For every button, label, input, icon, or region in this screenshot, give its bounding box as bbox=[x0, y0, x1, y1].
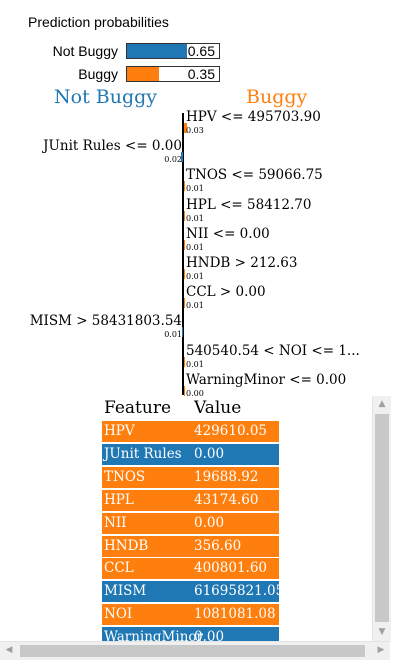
feature-condition-label: HPV <= 495703.90 bbox=[186, 109, 321, 125]
triangle-left-icon[interactable]: ◀ bbox=[0, 642, 18, 659]
table-cell-feature: WarningMinor bbox=[104, 629, 203, 641]
table-cell-feature: HPL bbox=[104, 491, 134, 508]
probability-fill bbox=[127, 67, 160, 81]
feature-table: Feature Value HPV 429610.05 JUnit Rules 0.0… bbox=[0, 396, 372, 641]
feature-condition-label: NII <= 0.00 bbox=[186, 225, 270, 242]
class-header-not-buggy: Not Buggy bbox=[54, 86, 157, 108]
chart-bar bbox=[184, 269, 185, 279]
probability-fill bbox=[127, 44, 187, 58]
feature-weight-label: 0.03 bbox=[186, 126, 204, 135]
probability-bar: 0.35 bbox=[126, 66, 220, 82]
chart-bar bbox=[182, 327, 183, 338]
chart-bar bbox=[184, 239, 185, 250]
feature-weight-label: 0.01 bbox=[186, 301, 204, 311]
feature-condition-label: 540540.54 < NOI <= 1... bbox=[186, 342, 360, 359]
probability-row: Not Buggy 0.65 bbox=[0, 41, 400, 61]
feature-weight-label: 0.01 bbox=[186, 213, 204, 223]
table-row: JUnit Rules 0.00 bbox=[102, 443, 279, 467]
probability-label: Buggy bbox=[78, 66, 118, 82]
table-header-value: Value bbox=[194, 398, 242, 418]
table-cell-feature: CCL bbox=[104, 560, 134, 577]
probability-label: Not Buggy bbox=[52, 43, 118, 59]
probability-bar: 0.65 bbox=[126, 43, 220, 59]
table-row: NII 0.00 bbox=[102, 512, 279, 536]
feature-condition-label: JUnit Rules <= 0.00 bbox=[43, 138, 182, 155]
feature-condition-label: HPL <= 58412.70 bbox=[186, 196, 312, 213]
probability-value: 0.65 bbox=[187, 43, 215, 59]
probability-value: 0.35 bbox=[187, 66, 215, 82]
chart-bar bbox=[184, 181, 185, 192]
vertical-scroll-thumb[interactable] bbox=[375, 414, 389, 622]
table-row: HPV 429610.05 bbox=[102, 421, 279, 444]
table-row: MISM 61695821.05 bbox=[102, 581, 284, 605]
triangle-up-icon[interactable]: ▲ bbox=[373, 396, 391, 413]
table-cell-feature: JUnit Rules bbox=[104, 445, 182, 462]
feature-condition-label: CCL > 0.00 bbox=[186, 284, 266, 301]
table-cell-value: 61695821.05 bbox=[194, 583, 285, 600]
chart-bar bbox=[184, 356, 185, 367]
table-cell-value: 1081081.08 bbox=[194, 606, 276, 623]
horizontal-scrollbar[interactable]: ◀ ▶ bbox=[0, 641, 390, 660]
chart-bar bbox=[184, 298, 185, 309]
table-header-feature: Feature bbox=[104, 398, 172, 418]
table-cell-feature: TNOS bbox=[104, 468, 146, 485]
feature-table-panel: Feature Value HPV 429610.05 JUnit Rules 0.0… bbox=[0, 396, 400, 667]
table-cell-value: 0.00 bbox=[194, 514, 225, 531]
feature-condition-label: WarningMinor <= 0.00 bbox=[186, 371, 347, 388]
table-cell-value: 0.00 bbox=[194, 445, 225, 462]
feature-weight-label: 0.01 bbox=[164, 330, 182, 340]
feature-weight-label: 0.01 bbox=[186, 242, 204, 252]
triangle-down-icon[interactable]: ▼ bbox=[373, 624, 391, 641]
table-cell-value: 19688.92 bbox=[194, 468, 259, 485]
table-cell-feature: MISM bbox=[104, 583, 147, 600]
chart-bar bbox=[184, 210, 185, 221]
table-cell-value: 400801.60 bbox=[194, 560, 268, 577]
feature-weight-label: 0.01 bbox=[186, 272, 204, 281]
vertical-scrollbar[interactable]: ▲ ▼ bbox=[372, 396, 391, 641]
feature-weight-label: 0.01 bbox=[186, 359, 204, 369]
class-header-buggy: Buggy bbox=[246, 86, 308, 108]
table-cell-value: 0.00 bbox=[194, 629, 225, 641]
table-cell-feature: HPV bbox=[104, 423, 135, 439]
chart-bar bbox=[184, 385, 185, 396]
table-row: TNOS 19688.92 bbox=[102, 466, 279, 490]
table-row: HPL 43174.60 bbox=[102, 489, 279, 513]
table-row: WarningMinor 0.00 bbox=[102, 627, 279, 641]
horizontal-scroll-thumb[interactable] bbox=[20, 645, 365, 657]
table-cell-feature: NOI bbox=[104, 606, 133, 623]
feature-condition-label: MISM > 58431803.54 bbox=[29, 313, 182, 330]
probability-row: Buggy 0.35 bbox=[0, 64, 400, 84]
table-row: NOI 1081081.08 bbox=[102, 604, 279, 628]
feature-weight-label: 0.02 bbox=[164, 155, 182, 165]
table-cell-value: 356.60 bbox=[194, 537, 242, 554]
prediction-title: Prediction probabilities bbox=[28, 14, 169, 30]
feature-condition-label: HNDB > 212.63 bbox=[186, 255, 298, 271]
table-cell-value: 429610.05 bbox=[194, 423, 268, 439]
triangle-right-icon[interactable]: ▶ bbox=[372, 642, 390, 659]
table-cell-feature: HNDB bbox=[104, 537, 149, 554]
table-row: HNDB 356.60 bbox=[102, 535, 279, 559]
table-cell-feature: NII bbox=[104, 514, 127, 531]
feature-condition-label: TNOS <= 59066.75 bbox=[186, 167, 323, 184]
feature-weight-label: 0.01 bbox=[186, 184, 204, 194]
table-row: CCL 400801.60 bbox=[102, 558, 279, 582]
table-cell-value: 43174.60 bbox=[194, 491, 259, 508]
